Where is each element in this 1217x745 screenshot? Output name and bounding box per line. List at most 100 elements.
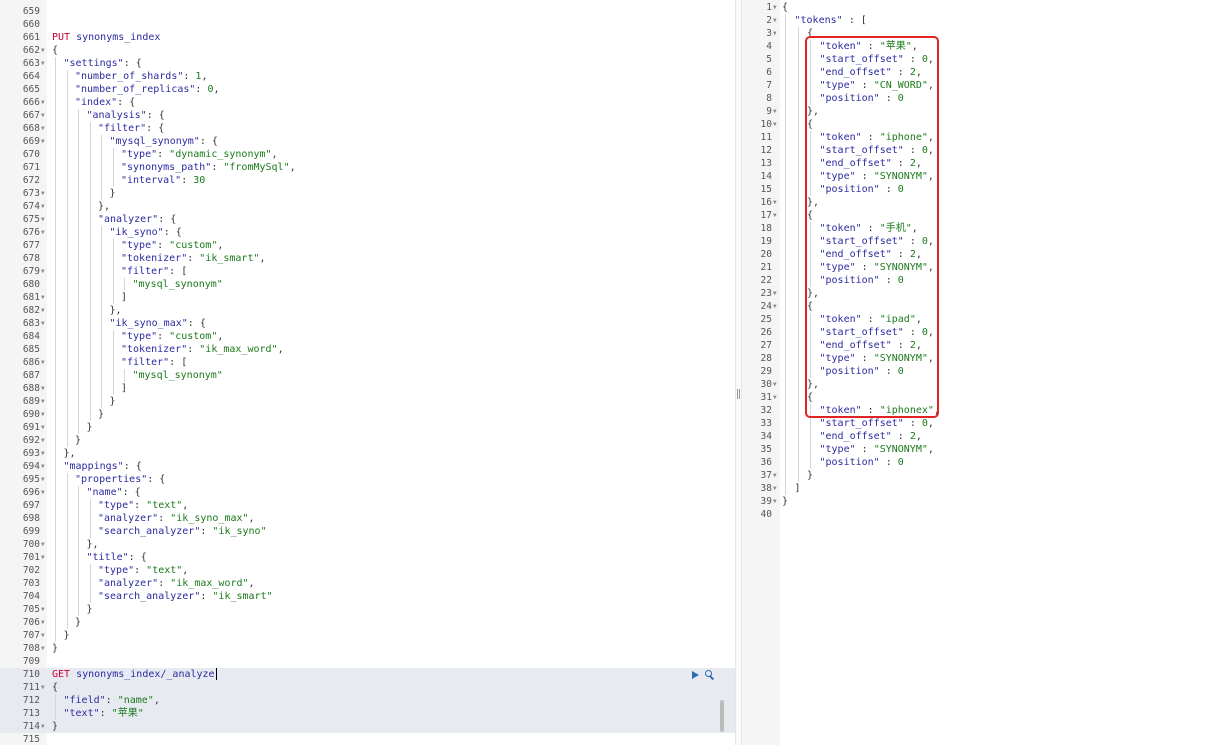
fold-toggle-icon[interactable]: ▼ xyxy=(41,642,45,655)
code-line[interactable]: 20 "end_offset" : 2, xyxy=(742,248,1217,261)
code-line[interactable]: 706 ▼} xyxy=(0,616,735,629)
code-line[interactable]: 38 ▼] xyxy=(742,482,1217,495)
code-line[interactable]: 22 "position" : 0 xyxy=(742,274,1217,287)
fold-toggle-icon[interactable]: ▼ xyxy=(773,378,777,391)
fold-toggle-icon[interactable]: ▼ xyxy=(41,395,45,408)
fold-toggle-icon[interactable]: ▼ xyxy=(41,213,45,226)
code-line[interactable]: 710 GET synonyms_index/_analyze xyxy=(0,668,735,681)
code-line[interactable]: 13 "end_offset" : 2, xyxy=(742,157,1217,170)
fold-toggle-icon[interactable]: ▼ xyxy=(773,1,777,14)
code-line[interactable]: 707 ▼} xyxy=(0,629,735,642)
code-line[interactable]: 681 ▼] xyxy=(0,291,735,304)
fold-toggle-icon[interactable]: ▼ xyxy=(41,551,45,564)
fold-toggle-icon[interactable]: ▼ xyxy=(41,135,45,148)
pane-resize-handle[interactable] xyxy=(735,0,742,745)
code-line[interactable]: 713 "text": "苹果" xyxy=(0,707,735,720)
code-line[interactable]: 698 "analyzer": "ik_syno_max", xyxy=(0,512,735,525)
fold-toggle-icon[interactable]: ▼ xyxy=(773,287,777,300)
fold-toggle-icon[interactable]: ▼ xyxy=(41,473,45,486)
fold-toggle-icon[interactable]: ▼ xyxy=(773,118,777,131)
code-line[interactable]: 35 "type" : "SYNONYM", xyxy=(742,443,1217,456)
code-line[interactable]: 689 ▼} xyxy=(0,395,735,408)
fold-toggle-icon[interactable]: ▼ xyxy=(41,109,45,122)
fold-toggle-icon[interactable]: ▼ xyxy=(773,14,777,27)
code-line[interactable]: 714 ▼} xyxy=(0,720,735,733)
fold-toggle-icon[interactable]: ▼ xyxy=(773,300,777,313)
code-line[interactable]: 665 "number_of_replicas": 0, xyxy=(0,83,735,96)
fold-toggle-icon[interactable]: ▼ xyxy=(41,44,45,57)
code-line[interactable]: 682 ▼}, xyxy=(0,304,735,317)
code-line[interactable]: 3 ▼ { xyxy=(742,27,1217,40)
code-line[interactable]: 696 ▼ "name": { xyxy=(0,486,735,499)
code-line[interactable]: 668 ▼ "filter": { xyxy=(0,122,735,135)
code-line[interactable]: 19 "start_offset" : 0, xyxy=(742,235,1217,248)
code-line[interactable]: 709 xyxy=(0,655,735,668)
code-line[interactable]: 1 ▼ { xyxy=(742,1,1217,14)
code-line[interactable]: 711 ▼ { xyxy=(0,681,735,694)
code-line[interactable]: 678 "tokenizer": "ik_smart", xyxy=(0,252,735,265)
code-line[interactable]: 661 PUT synonyms_index xyxy=(0,31,735,44)
code-line[interactable]: 26 "start_offset" : 0, xyxy=(742,326,1217,339)
code-line[interactable]: 5 "start_offset" : 0, xyxy=(742,53,1217,66)
code-line[interactable]: 30 ▼}, xyxy=(742,378,1217,391)
code-line[interactable]: 675 ▼ "analyzer": { xyxy=(0,213,735,226)
fold-toggle-icon[interactable]: ▼ xyxy=(773,27,777,40)
code-line[interactable]: 685 "tokenizer": "ik_max_word", xyxy=(0,343,735,356)
code-line[interactable]: 660 xyxy=(0,18,735,31)
fold-toggle-icon[interactable]: ▼ xyxy=(41,187,45,200)
code-line[interactable]: 705 ▼} xyxy=(0,603,735,616)
code-line[interactable]: 679 ▼ "filter": [ xyxy=(0,265,735,278)
code-line[interactable]: 673 ▼} xyxy=(0,187,735,200)
code-line[interactable]: 684 "type": "custom", xyxy=(0,330,735,343)
code-line[interactable]: 18 "token" : "手机", xyxy=(742,222,1217,235)
fold-toggle-icon[interactable]: ▼ xyxy=(41,265,45,278)
code-line[interactable]: 687 "mysql_synonym" xyxy=(0,369,735,382)
code-line[interactable]: 671 "synonyms_path": "fromMySql", xyxy=(0,161,735,174)
code-line[interactable]: 676 ▼ "ik_syno": { xyxy=(0,226,735,239)
code-line[interactable]: 667 ▼ "analysis": { xyxy=(0,109,735,122)
code-line[interactable]: 33 "start_offset" : 0, xyxy=(742,417,1217,430)
fold-toggle-icon[interactable]: ▼ xyxy=(41,720,45,733)
code-line[interactable]: 691 ▼} xyxy=(0,421,735,434)
fold-toggle-icon[interactable]: ▼ xyxy=(41,96,45,109)
code-line[interactable]: 693 ▼}, xyxy=(0,447,735,460)
code-line[interactable]: 28 "type" : "SYNONYM", xyxy=(742,352,1217,365)
code-line[interactable]: 29 "position" : 0 xyxy=(742,365,1217,378)
code-line[interactable]: 11 "token" : "iphone", xyxy=(742,131,1217,144)
code-line[interactable]: 25 "token" : "ipad", xyxy=(742,313,1217,326)
code-line[interactable]: 37 ▼} xyxy=(742,469,1217,482)
code-line[interactable]: 40 xyxy=(742,508,1217,521)
fold-toggle-icon[interactable]: ▼ xyxy=(41,200,45,213)
code-line[interactable]: 699 "search_analyzer": "ik_syno" xyxy=(0,525,735,538)
fold-toggle-icon[interactable]: ▼ xyxy=(773,391,777,404)
code-line[interactable]: 672 "interval": 30 xyxy=(0,174,735,187)
fold-toggle-icon[interactable]: ▼ xyxy=(773,482,777,495)
fold-toggle-icon[interactable]: ▼ xyxy=(773,469,777,482)
code-line[interactable]: 16 ▼}, xyxy=(742,196,1217,209)
response-viewer[interactable]: 1 ▼{2 ▼ "tokens" : [3 ▼{4 "token" : "苹果", 5 "st… xyxy=(742,0,1217,745)
code-line[interactable]: 669 ▼ "mysql_synonym": { xyxy=(0,135,735,148)
code-line[interactable]: 692 ▼} xyxy=(0,434,735,447)
code-line[interactable]: 36 "position" : 0 xyxy=(742,456,1217,469)
fold-toggle-icon[interactable]: ▼ xyxy=(41,460,45,473)
editor-scrollbar[interactable] xyxy=(720,700,724,732)
code-line[interactable]: 32 "token" : "iphonex", xyxy=(742,404,1217,417)
code-line[interactable]: 715 xyxy=(0,733,735,745)
code-line[interactable]: 9 ▼}, xyxy=(742,105,1217,118)
fold-toggle-icon[interactable]: ▼ xyxy=(41,382,45,395)
code-line[interactable]: 24 ▼ { xyxy=(742,300,1217,313)
code-line[interactable]: 6 "end_offset" : 2, xyxy=(742,66,1217,79)
code-line[interactable]: 690 ▼} xyxy=(0,408,735,421)
code-line[interactable]: 712 "field": "name", xyxy=(0,694,735,707)
code-line[interactable]: 663 ▼ "settings": { xyxy=(0,57,735,70)
fold-toggle-icon[interactable]: ▼ xyxy=(773,105,777,118)
code-line[interactable]: 2 ▼ "tokens" : [ xyxy=(742,14,1217,27)
code-line[interactable]: 670 "type": "dynamic_synonym", xyxy=(0,148,735,161)
code-line[interactable]: 695 ▼ "properties": { xyxy=(0,473,735,486)
fold-toggle-icon[interactable]: ▼ xyxy=(773,196,777,209)
fold-toggle-icon[interactable]: ▼ xyxy=(41,616,45,629)
code-line[interactable]: 664 "number_of_shards": 1, xyxy=(0,70,735,83)
fold-toggle-icon[interactable]: ▼ xyxy=(41,421,45,434)
fold-toggle-icon[interactable]: ▼ xyxy=(41,603,45,616)
code-line[interactable]: 17 ▼ { xyxy=(742,209,1217,222)
